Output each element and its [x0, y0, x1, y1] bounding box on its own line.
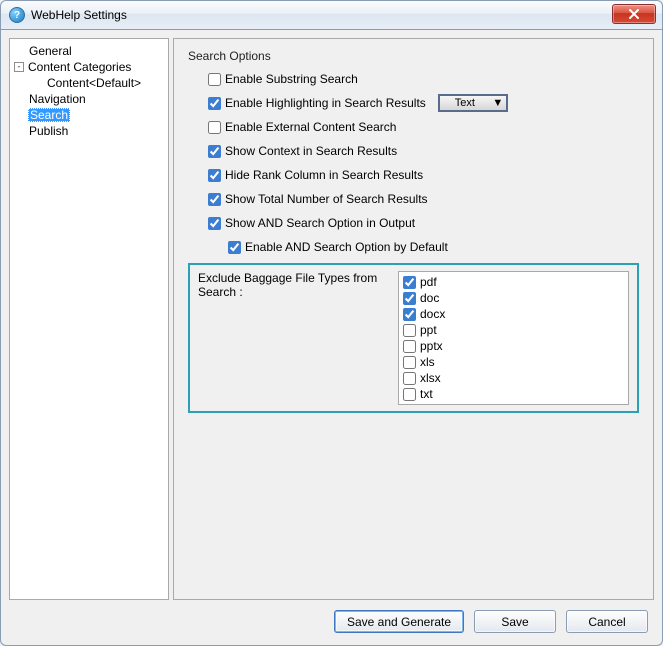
checkbox-show-total[interactable] [208, 193, 221, 206]
option-label: Enable AND Search Option by Default [245, 240, 448, 254]
client-area: General - Content Categories Content<Def… [0, 30, 663, 646]
file-type-label: docx [420, 307, 445, 321]
tree-item-general[interactable]: General [12, 43, 166, 59]
checkbox-enable-highlight[interactable] [208, 97, 221, 110]
close-button[interactable] [612, 4, 656, 24]
tree-item-label: General [28, 44, 73, 58]
option-label: Enable External Content Search [225, 120, 396, 134]
option-label: Show Total Number of Search Results [225, 192, 428, 206]
button-row: Save and Generate Save Cancel [9, 600, 654, 637]
file-type-label: doc [420, 291, 439, 305]
file-type-label: pdf [420, 275, 437, 289]
option-label: Hide Rank Column in Search Results [225, 168, 423, 182]
tree-item-search[interactable]: Search [12, 107, 166, 123]
chevron-down-icon: ▼ [490, 97, 506, 109]
cancel-button[interactable]: Cancel [566, 610, 648, 633]
tree-item-label: Search [28, 108, 70, 122]
file-type-xlsx[interactable]: xlsx [403, 370, 624, 386]
checkbox-show-and[interactable] [208, 217, 221, 230]
option-label: Enable Substring Search [225, 72, 358, 86]
settings-panel: Search Options Enable Substring Search E… [173, 38, 654, 600]
checkbox-show-context[interactable] [208, 145, 221, 158]
combobox-value: Text [440, 97, 490, 109]
option-hide-rank[interactable]: Hide Rank Column in Search Results [208, 167, 639, 183]
highlight-combobox[interactable]: Text ▼ [438, 94, 508, 112]
expander-icon[interactable]: - [14, 62, 24, 72]
tree-item-navigation[interactable]: Navigation [12, 91, 166, 107]
checkbox-file-xls[interactable] [403, 356, 416, 369]
file-type-label: xlsx [420, 371, 441, 385]
file-type-label: txt [420, 387, 433, 401]
option-enable-and-default[interactable]: Enable AND Search Option by Default [228, 239, 639, 255]
option-label: Show Context in Search Results [225, 144, 397, 158]
file-type-docx[interactable]: docx [403, 306, 624, 322]
tree-item-label: Navigation [28, 92, 87, 106]
tree-item-label: Content<Default> [46, 76, 142, 90]
group-label: Search Options [188, 49, 639, 63]
checkbox-file-ppt[interactable] [403, 324, 416, 337]
checkbox-file-xlsx[interactable] [403, 372, 416, 385]
tree-item-label: Content Categories [27, 60, 132, 74]
checkbox-hide-rank[interactable] [208, 169, 221, 182]
checkbox-enable-substring[interactable] [208, 73, 221, 86]
file-type-ppt[interactable]: ppt [403, 322, 624, 338]
option-label: Show AND Search Option in Output [225, 216, 415, 230]
category-tree[interactable]: General - Content Categories Content<Def… [9, 38, 169, 600]
checkbox-file-pdf[interactable] [403, 276, 416, 289]
checkbox-file-doc[interactable] [403, 292, 416, 305]
option-enable-substring[interactable]: Enable Substring Search [208, 71, 639, 87]
content-row: General - Content Categories Content<Def… [9, 38, 654, 600]
option-enable-external[interactable]: Enable External Content Search [208, 119, 639, 135]
exclude-label: Exclude Baggage File Types from Search : [198, 271, 398, 405]
file-type-pptx[interactable]: pptx [403, 338, 624, 354]
file-type-doc[interactable]: doc [403, 290, 624, 306]
tree-item-content-categories[interactable]: - Content Categories [12, 59, 166, 75]
save-button[interactable]: Save [474, 610, 556, 633]
checkbox-enable-and-default[interactable] [228, 241, 241, 254]
option-show-total[interactable]: Show Total Number of Search Results [208, 191, 639, 207]
window-title: WebHelp Settings [31, 8, 127, 22]
file-type-list[interactable]: pdf doc docx ppt [398, 271, 629, 405]
close-icon [629, 9, 639, 19]
checkbox-file-docx[interactable] [403, 308, 416, 321]
file-type-label: xls [420, 355, 435, 369]
app-icon: ? [9, 7, 25, 23]
checkbox-enable-external[interactable] [208, 121, 221, 134]
file-type-label: pptx [420, 339, 443, 353]
checkbox-file-txt[interactable] [403, 388, 416, 401]
file-type-xls[interactable]: xls [403, 354, 624, 370]
tree-item-content-default[interactable]: Content<Default> [12, 75, 166, 91]
save-and-generate-button[interactable]: Save and Generate [334, 610, 464, 633]
option-show-and[interactable]: Show AND Search Option in Output [208, 215, 639, 231]
file-type-label: ppt [420, 323, 437, 337]
option-label: Enable Highlighting in Search Results [225, 96, 426, 110]
tree-item-label: Publish [28, 124, 69, 138]
file-type-pdf[interactable]: pdf [403, 274, 624, 290]
tree-item-publish[interactable]: Publish [12, 123, 166, 139]
option-show-context[interactable]: Show Context in Search Results [208, 143, 639, 159]
exclude-baggage-box: Exclude Baggage File Types from Search :… [188, 263, 639, 413]
checkbox-file-pptx[interactable] [403, 340, 416, 353]
file-type-txt[interactable]: txt [403, 386, 624, 402]
option-enable-highlight[interactable]: Enable Highlighting in Search Results Te… [208, 95, 639, 111]
titlebar: ? WebHelp Settings [0, 0, 663, 30]
